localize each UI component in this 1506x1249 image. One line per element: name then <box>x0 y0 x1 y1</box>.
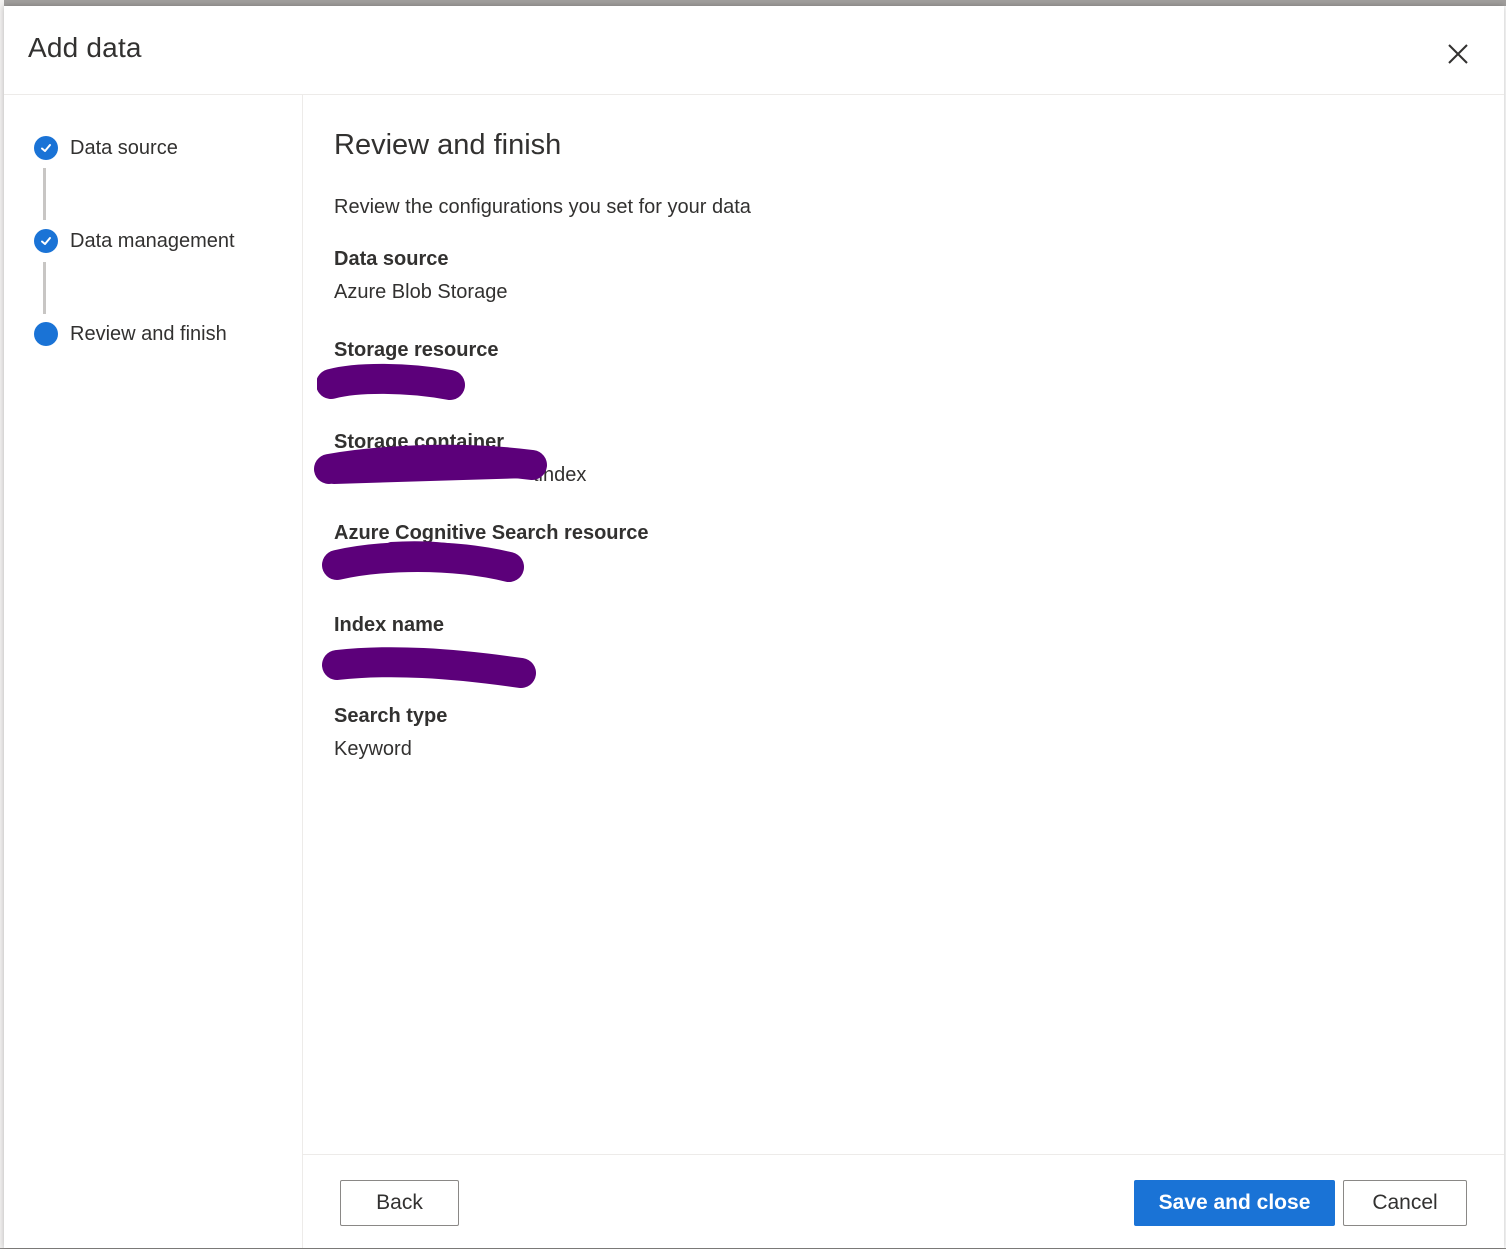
field-label: Index name <box>334 614 445 636</box>
field-label: Search type <box>334 705 448 727</box>
step-label: Review and finish <box>70 322 227 345</box>
field-value: Keyword <box>334 738 412 760</box>
step-data-source[interactable]: Data source <box>34 134 178 162</box>
back-button[interactable]: Back <box>340 1180 459 1226</box>
field-label: Storage container <box>334 431 505 453</box>
dialog-footer: Back Save and close Cancel <box>303 1154 1504 1249</box>
step-connector <box>43 168 46 220</box>
field-value: ata <box>420 372 448 394</box>
close-button[interactable] <box>1442 38 1474 70</box>
field-data-source: Data source Azure Blob Storage <box>334 244 507 307</box>
field-label: Storage resource <box>334 339 499 361</box>
field-label: Azure Cognitive Search resource <box>334 522 649 544</box>
page-description: Review the configurations you set for yo… <box>334 196 751 218</box>
step-review-and-finish[interactable]: Review and finish <box>34 320 227 348</box>
field-storage-resource: Storage resource ata <box>334 335 499 398</box>
cancel-button[interactable]: Cancel <box>1343 1180 1467 1226</box>
field-value <box>334 643 444 673</box>
dialog-title: Add data <box>28 32 142 63</box>
save-and-close-button[interactable]: Save and close <box>1134 1180 1335 1226</box>
checkmark-icon <box>34 229 58 253</box>
step-data-management[interactable]: Data management <box>34 227 235 255</box>
page-title: Review and finish <box>334 129 562 161</box>
review-content: Review and finish Review the configurati… <box>303 95 1504 1155</box>
field-value: Azure Blob Storage <box>334 281 508 303</box>
dialog-header: Add data <box>4 6 1504 95</box>
field-value: tindex <box>533 464 587 486</box>
field-search-resource: Azure Cognitive Search resource <box>334 518 649 581</box>
field-label: Data source <box>334 248 449 270</box>
step-connector <box>43 262 46 314</box>
wizard-stepper: Data source Data management Review and f… <box>4 95 303 1248</box>
add-data-dialog: Add data Data source Data management Rev… <box>4 6 1504 1248</box>
field-index-name: Index name <box>334 610 444 673</box>
close-icon <box>1448 44 1468 64</box>
step-label: Data source <box>70 136 178 159</box>
checkmark-icon <box>34 136 58 160</box>
step-label: Data management <box>70 229 235 252</box>
field-value <box>334 551 649 581</box>
field-storage-container: Storage container tindex <box>334 427 586 490</box>
dot-icon <box>34 322 58 346</box>
field-search-type: Search type Keyword <box>334 701 447 764</box>
